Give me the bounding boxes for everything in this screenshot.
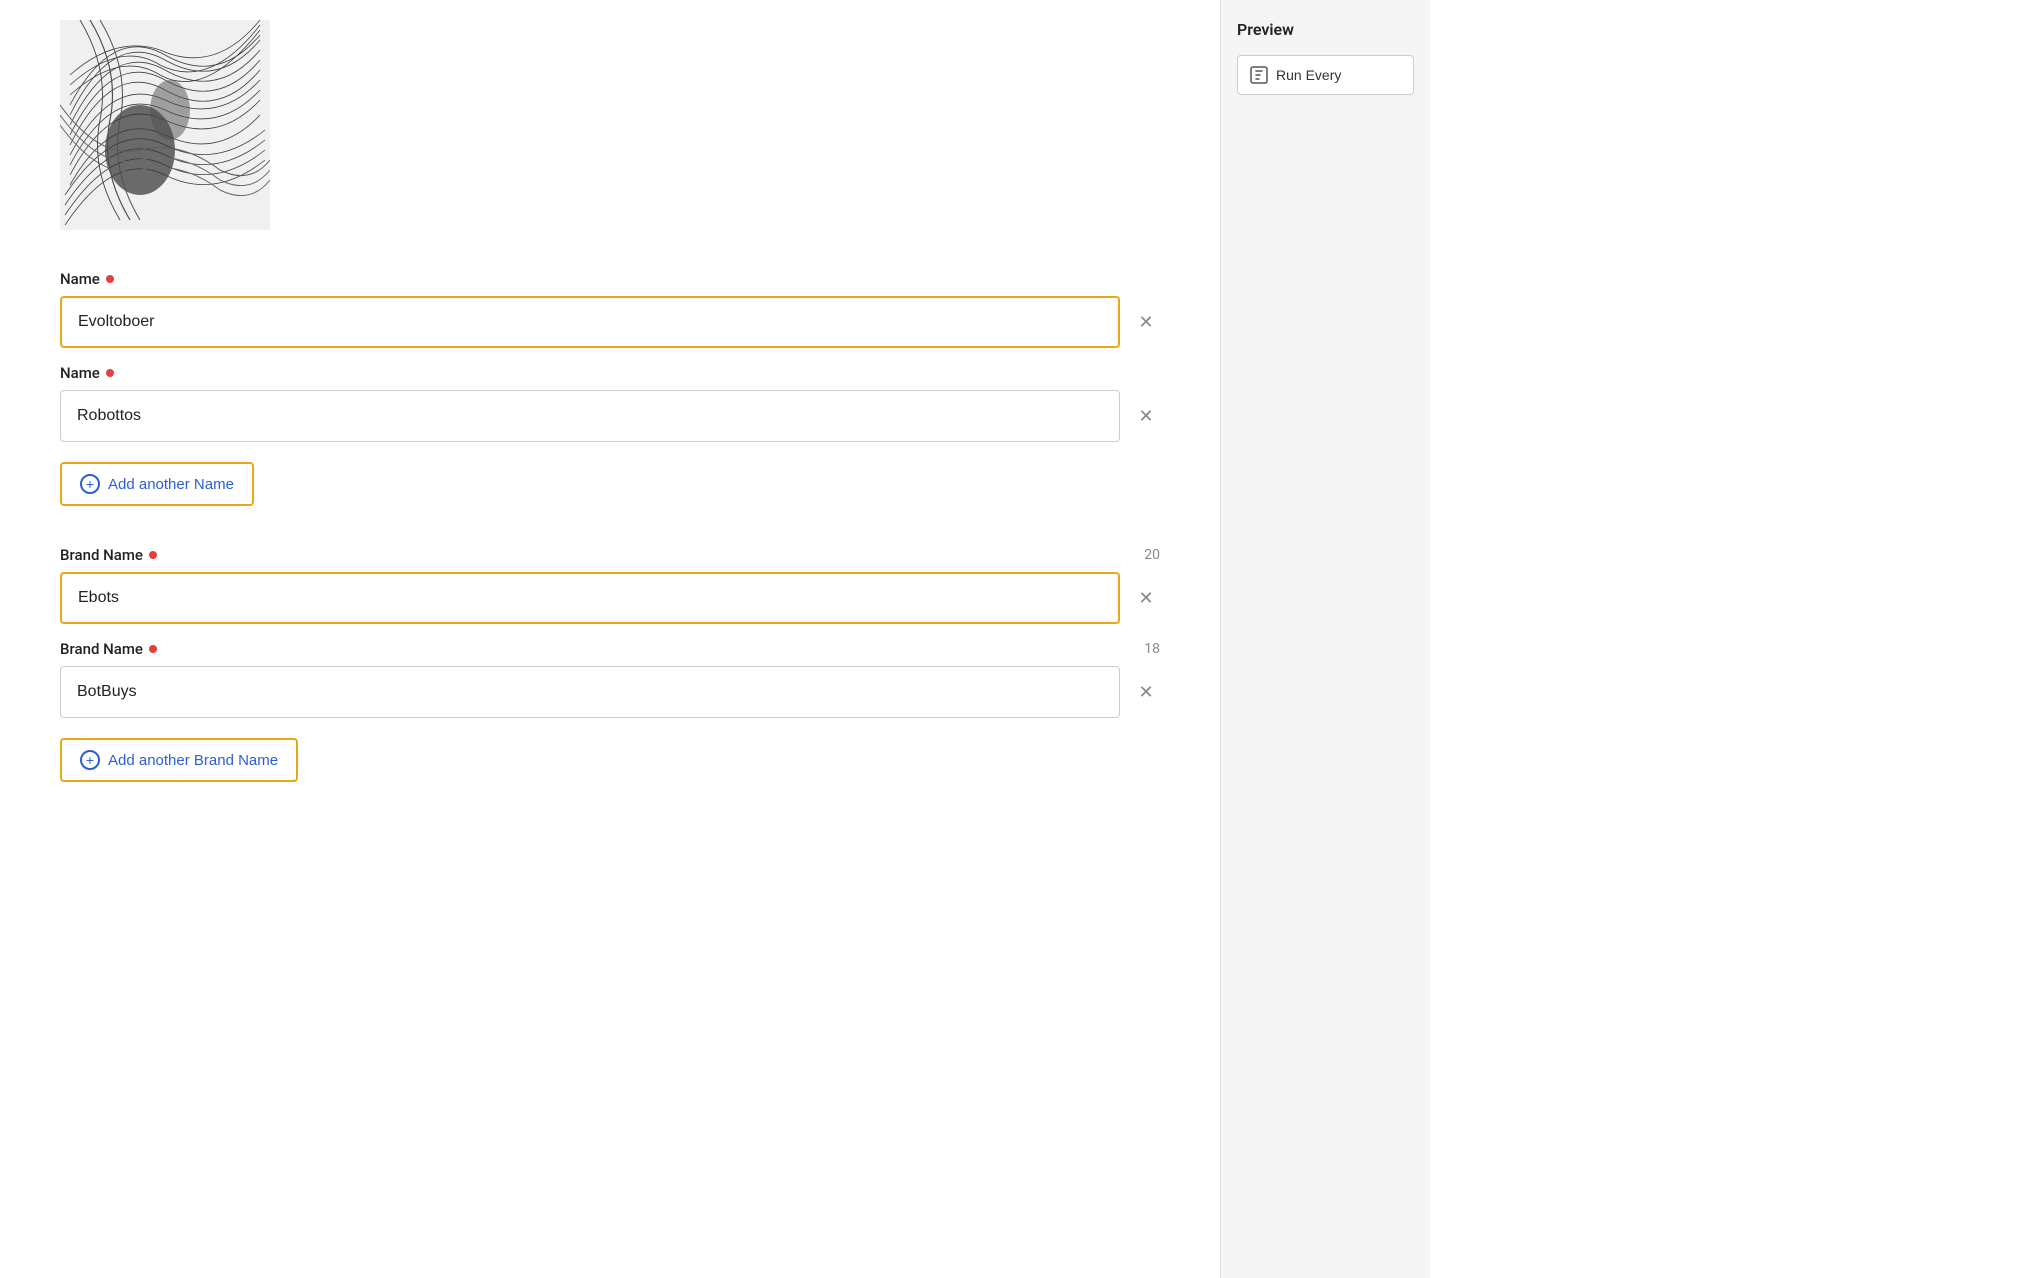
brand-name-input-row-2: ✕ bbox=[60, 666, 1160, 718]
name-input-1[interactable] bbox=[60, 296, 1120, 348]
right-sidebar: Preview Run Every bbox=[1220, 0, 1430, 1278]
name-label-2: Name bbox=[60, 364, 1160, 382]
add-another-brand-name-button[interactable]: + Add another Brand Name bbox=[60, 738, 298, 782]
brand-name-input-1[interactable] bbox=[60, 572, 1120, 624]
brand-name-input-2[interactable] bbox=[60, 666, 1120, 718]
char-count-brand-2: 18 bbox=[1144, 641, 1160, 657]
run-every-icon bbox=[1250, 66, 1268, 84]
name-clear-btn-1[interactable]: ✕ bbox=[1132, 308, 1160, 336]
brand-name-label-row-1: Brand Name 20 bbox=[60, 546, 1160, 564]
thumbnail-image bbox=[60, 20, 270, 230]
required-indicator-brand-2 bbox=[149, 645, 157, 653]
name-input-row-1: ✕ bbox=[60, 296, 1160, 348]
char-count-brand-1: 20 bbox=[1144, 547, 1160, 563]
brand-name-clear-btn-2[interactable]: ✕ bbox=[1132, 678, 1160, 706]
run-every-button[interactable]: Run Every bbox=[1237, 55, 1414, 95]
name-input-row-2: ✕ bbox=[60, 390, 1160, 442]
plus-circle-icon: + bbox=[80, 474, 100, 494]
brand-name-label-1: Brand Name bbox=[60, 546, 157, 564]
plus-circle-brand-icon: + bbox=[80, 750, 100, 770]
thumbnail-area bbox=[60, 20, 270, 230]
name-input-2[interactable] bbox=[60, 390, 1120, 442]
name-field-1-label-row: Name bbox=[60, 270, 1160, 288]
required-indicator-brand-1 bbox=[149, 551, 157, 559]
name-clear-btn-2[interactable]: ✕ bbox=[1132, 402, 1160, 430]
brand-name-input-row-1: ✕ bbox=[60, 572, 1160, 624]
brand-name-label-2: Brand Name bbox=[60, 640, 157, 658]
add-another-name-button[interactable]: + Add another Name bbox=[60, 462, 254, 506]
name-label-1: Name bbox=[60, 270, 1160, 288]
main-content: Name ✕ Name ✕ + Add another Name bbox=[0, 0, 1220, 1278]
required-indicator-2 bbox=[106, 369, 114, 377]
brand-name-clear-btn-1[interactable]: ✕ bbox=[1132, 584, 1160, 612]
preview-title: Preview bbox=[1237, 20, 1414, 39]
required-indicator-1 bbox=[106, 275, 114, 283]
name-field-2-label-row: Name bbox=[60, 364, 1160, 382]
name-section: Name ✕ Name ✕ + Add another Name bbox=[60, 270, 1160, 506]
brand-name-section: Brand Name 20 ✕ Brand Name 18 ✕ + Add an… bbox=[60, 546, 1160, 782]
brand-name-label-row-2: Brand Name 18 bbox=[60, 640, 1160, 658]
